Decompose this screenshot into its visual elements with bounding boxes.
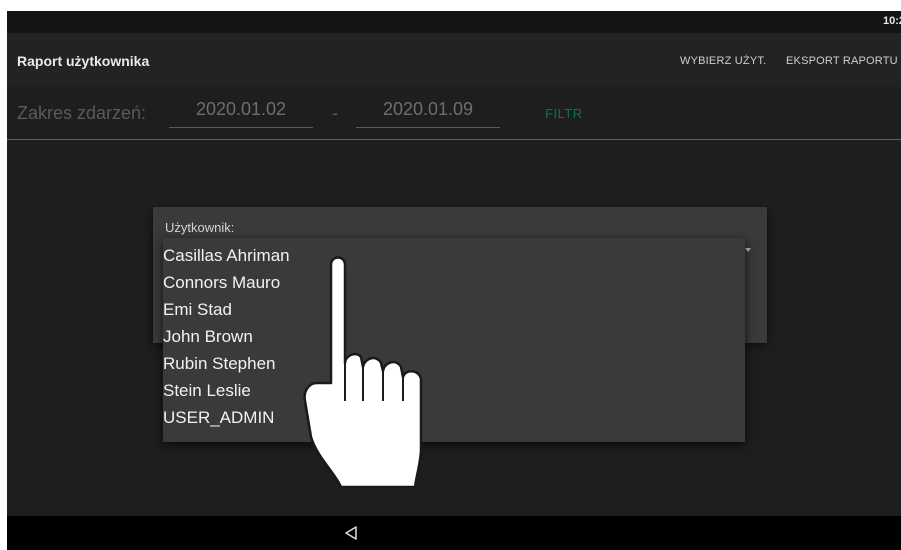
user-label: Użytkownik: xyxy=(165,220,235,235)
app-screen: 10:2 Raport użytkownika WYBIERZ UŻYT. EK… xyxy=(7,11,901,550)
user-option-user-admin[interactable]: USER_ADMIN xyxy=(163,404,745,431)
user-option-connors-mauro[interactable]: Connors Mauro xyxy=(163,269,745,296)
date-range-separator: - xyxy=(332,103,338,123)
export-report-button[interactable]: EKSPORT RAPORTU xyxy=(786,55,898,67)
user-option-john-brown[interactable]: John Brown xyxy=(163,323,745,350)
date-from-field[interactable]: 2020.01.02 xyxy=(169,95,313,128)
user-option-rubin-stephen[interactable]: Rubin Stephen xyxy=(163,350,745,377)
date-range-label: Zakres zdarzeń: xyxy=(17,103,147,123)
date-range-row: Zakres zdarzeń: 2020.01.02 - 2020.01.09 … xyxy=(7,87,901,140)
filter-button[interactable]: FILTR xyxy=(545,106,583,121)
app-bar: Raport użytkownika WYBIERZ UŻYT. EKSPORT… xyxy=(7,33,901,87)
user-option-stein-leslie[interactable]: Stein Leslie xyxy=(163,377,745,404)
navigation-bar xyxy=(7,516,901,550)
back-triangle-icon[interactable] xyxy=(343,525,359,541)
pointing-hand-icon xyxy=(303,256,423,489)
user-dropdown-list: Casillas Ahriman Connors Mauro Emi Stad … xyxy=(163,238,745,442)
app-title: Raport użytkownika xyxy=(17,53,150,69)
select-user-button[interactable]: WYBIERZ UŻYT. xyxy=(680,55,766,67)
dropdown-arrow-icon[interactable] xyxy=(745,248,751,252)
date-to-field[interactable]: 2020.01.09 xyxy=(356,95,500,128)
user-option-emi-stad[interactable]: Emi Stad xyxy=(163,296,745,323)
user-option-casillas-ahriman[interactable]: Casillas Ahriman xyxy=(163,242,745,269)
status-bar: 10:2 xyxy=(7,11,901,33)
status-time: 10:2 xyxy=(882,15,901,27)
